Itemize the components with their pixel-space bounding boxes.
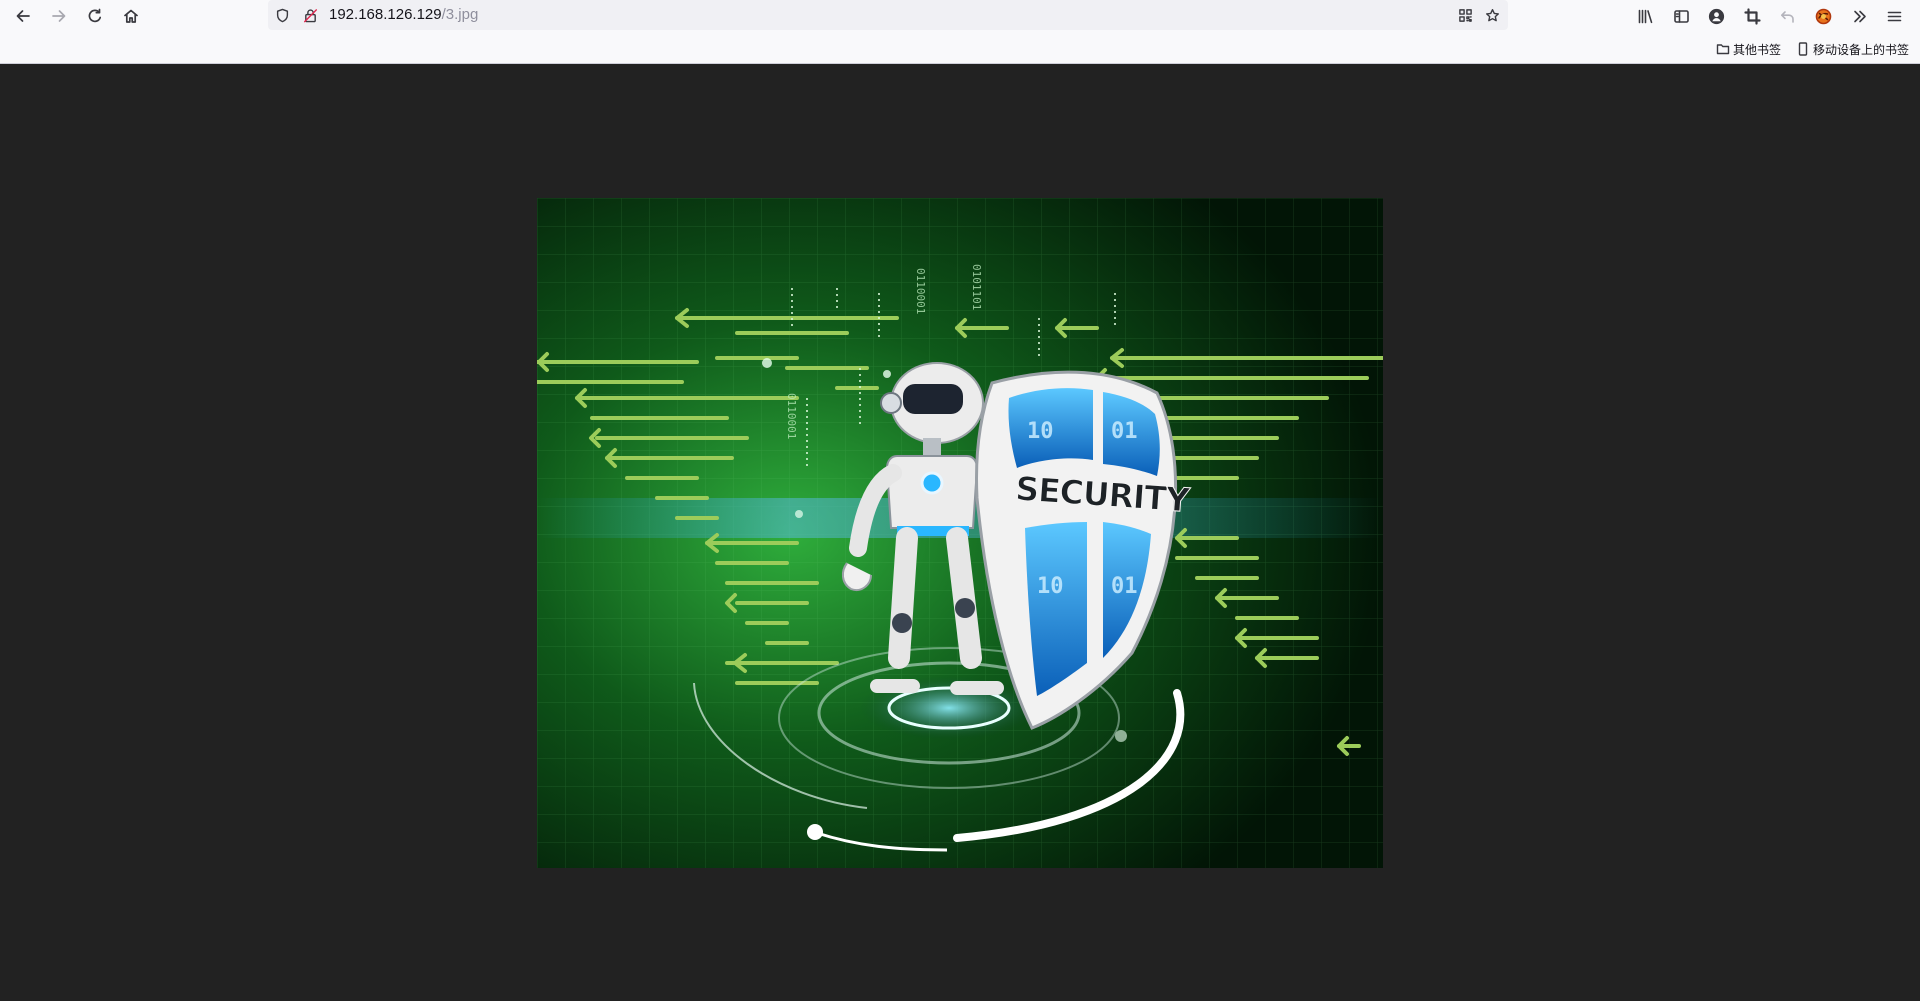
- svg-text:0101101: 0101101: [970, 264, 983, 310]
- forward-button[interactable]: [46, 3, 72, 29]
- image-viewer: 0110001 0101101 0110001 10 01 10 01 SECU…: [0, 64, 1920, 1001]
- url-text[interactable]: 192.168.126.129/3.jpg: [329, 6, 478, 24]
- menu-hamburger-icon: [1887, 11, 1901, 21]
- overflow-button[interactable]: [1846, 3, 1872, 29]
- mobile-device-icon: [1798, 42, 1808, 56]
- mobile-bookmarks-label: 移动设备上的书签: [1813, 42, 1910, 57]
- extension-icon: [1815, 8, 1831, 24]
- undo-icon: [1780, 10, 1794, 23]
- address-bar[interactable]: 192.168.126.129/3.jpg: [268, 0, 1508, 30]
- home-button[interactable]: [118, 3, 144, 29]
- url-path: /3.jpg: [441, 6, 479, 23]
- menu-button[interactable]: [1881, 3, 1907, 29]
- arrow-right-icon: [52, 10, 66, 22]
- insecure-lock-icon[interactable]: [301, 6, 319, 24]
- reload-icon: [88, 8, 102, 23]
- reload-button[interactable]: [82, 3, 108, 29]
- qr-code-icon[interactable]: [1456, 6, 1474, 24]
- bookmarks-toolbar: 其他书签 移动设备上的书签: [0, 36, 1920, 62]
- home-icon: [124, 9, 138, 23]
- svg-text:0110001: 0110001: [914, 268, 927, 314]
- svg-text:10: 10: [1027, 419, 1054, 444]
- library-icon: [1638, 9, 1652, 23]
- other-bookmarks-label: 其他书签: [1733, 42, 1782, 57]
- screenshot-button[interactable]: [1739, 3, 1765, 29]
- browser-chrome: 192.168.126.129/3.jpg 其他书签 移动设备上的书签: [0, 0, 1920, 64]
- url-host: 192.168.126.129: [329, 6, 442, 23]
- back-button[interactable]: [10, 3, 36, 29]
- library-button[interactable]: [1632, 3, 1658, 29]
- undo-button[interactable]: [1774, 3, 1800, 29]
- svg-text:10: 10: [1037, 574, 1064, 599]
- account-icon: [1708, 8, 1724, 24]
- svg-text:01: 01: [1111, 419, 1138, 444]
- navigation-toolbar: 192.168.126.129/3.jpg: [0, 0, 1920, 31]
- arrow-left-icon: [16, 10, 30, 22]
- extension-button[interactable]: [1810, 3, 1836, 29]
- screenshot-crop-icon: [1743, 7, 1761, 25]
- viewed-image[interactable]: 0110001 0101101 0110001 10 01 10 01 SECU…: [537, 198, 1383, 868]
- folder-icon: [1716, 44, 1730, 55]
- other-bookmarks-folder[interactable]: 其他书签: [1716, 39, 1781, 59]
- overflow-chevron-icon: [1853, 10, 1866, 22]
- svg-text:01: 01: [1111, 574, 1138, 599]
- sidebar-icon: [1673, 9, 1689, 23]
- bookmark-star-icon[interactable]: [1483, 6, 1501, 24]
- account-button[interactable]: [1703, 3, 1729, 29]
- svg-text:0110001: 0110001: [785, 393, 798, 439]
- sidebar-button[interactable]: [1668, 3, 1694, 29]
- mobile-bookmarks-folder[interactable]: 移动设备上的书签: [1796, 39, 1909, 59]
- tracking-shield-icon[interactable]: [273, 6, 291, 24]
